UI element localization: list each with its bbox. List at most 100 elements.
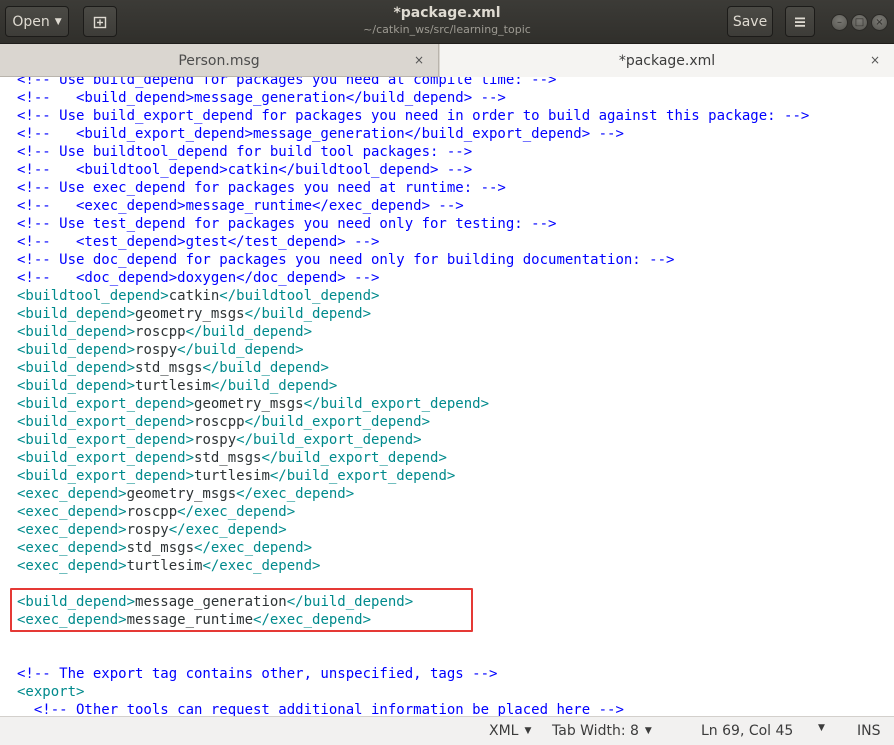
code-tag: <build_export_depend>	[17, 468, 195, 484]
close-icon: ×	[875, 17, 884, 28]
new-document-button[interactable]	[83, 6, 117, 37]
code-line: <exec_depend>geometry_msgs</exec_depend>	[17, 485, 809, 503]
code-comment: <!-- Use buildtool_depend for build tool…	[17, 144, 473, 160]
code-tag: <build_depend>	[17, 378, 136, 394]
tab-close-icon[interactable]: ×	[870, 53, 880, 67]
code-text: geometry_msgs	[194, 396, 304, 412]
tab-label: *package.xml	[618, 52, 716, 69]
maximize-window-button[interactable]: □	[851, 14, 868, 31]
code-tag: </exec_depend>	[194, 540, 313, 556]
code-text: turtlesim	[135, 378, 211, 394]
code-text: roscpp	[135, 324, 186, 340]
code-text: geometry_msgs	[135, 306, 245, 322]
code-comment: <!-- Use doc_depend for packages you nee…	[17, 252, 675, 268]
code-line: <build_depend>rospy</build_depend>	[17, 341, 809, 359]
tab-package-xml[interactable]: *package.xml ×	[440, 44, 894, 77]
code-line: <build_export_depend>roscpp</build_expor…	[17, 413, 809, 431]
code-comment: <!-- <buildtool_depend>catkin</buildtool…	[17, 162, 473, 178]
code-line: <build_export_depend>turtlesim</build_ex…	[17, 467, 809, 485]
code-tag: </exec_depend>	[177, 504, 296, 520]
cursor-position[interactable]: Ln 69, Col 45	[701, 723, 793, 739]
code-tag: <build_export_depend>	[17, 396, 195, 412]
open-button[interactable]: Open ▼	[5, 6, 69, 37]
cursor-position-label: Ln 69, Col 45	[701, 723, 794, 739]
code-line: <!-- Use buildtool_depend for build tool…	[17, 143, 809, 161]
code-line: <!-- <test_depend>gtest</test_depend> --…	[17, 233, 809, 251]
code-tag: </exec_depend>	[236, 486, 355, 502]
code-tag: <build_depend>	[17, 306, 136, 322]
code-line: <!-- <build_export_depend>message_genera…	[17, 125, 809, 143]
code-text: rospy	[126, 522, 169, 538]
code-line: <!-- <doc_depend>doxygen</doc_depend> --…	[17, 269, 809, 287]
code-tag: <build_depend>	[17, 342, 136, 358]
code-line: <exec_depend>rospy</exec_depend>	[17, 521, 809, 539]
chevron-down-icon[interactable]: ▼	[818, 723, 825, 733]
insert-mode-indicator: INS	[857, 723, 881, 739]
tab-person-msg[interactable]: Person.msg ×	[0, 44, 439, 77]
code-tag: <exec_depend>	[17, 558, 127, 574]
code-comment: <!-- Use build_depend for packages you n…	[17, 77, 557, 88]
code-line: <build_depend>geometry_msgs</build_depen…	[17, 305, 809, 323]
code-tag: </build_depend>	[202, 360, 329, 376]
save-button[interactable]: Save	[727, 6, 773, 37]
tab-width-label: Tab Width: 8	[552, 723, 639, 739]
code-line: <build_export_depend>std_msgs</build_exp…	[17, 449, 809, 467]
tab-close-icon[interactable]: ×	[414, 53, 424, 67]
code-tag: <build_export_depend>	[17, 432, 195, 448]
code-line: <build_export_depend>rospy</build_export…	[17, 431, 809, 449]
code-comment: <!-- The export tag contains other, unsp…	[17, 666, 498, 682]
code-text: rospy	[194, 432, 237, 448]
window-title-area: *package.xml ~/catkin_ws/src/learning_to…	[300, 5, 594, 37]
code-tag: </build_depend>	[185, 324, 313, 340]
code-text: roscpp	[194, 414, 245, 430]
insert-mode-label: INS	[857, 723, 881, 739]
code-text: turtlesim	[194, 468, 270, 484]
highlight-annotation-box	[10, 588, 473, 632]
text-editor[interactable]: <!-- Use build_depend for packages you n…	[0, 77, 894, 716]
tab-bar: Person.msg × *package.xml ×	[0, 44, 894, 77]
code-tag: </build_export_depend>	[244, 414, 431, 430]
language-selector[interactable]: XML ▼	[489, 723, 531, 739]
code-line: <exec_depend>std_msgs</exec_depend>	[17, 539, 809, 557]
code-tag: <build_depend>	[17, 324, 136, 340]
code-line: <build_export_depend>geometry_msgs</buil…	[17, 395, 809, 413]
chevron-down-icon: ▼	[54, 16, 62, 27]
code-comment: <!-- Use build_export_depend for package…	[17, 108, 810, 124]
code-tag: </exec_depend>	[168, 522, 287, 538]
close-window-button[interactable]: ×	[871, 14, 888, 31]
code-line: <!-- <exec_depend>message_runtime</exec_…	[17, 197, 809, 215]
chevron-down-icon: ▼	[524, 726, 532, 736]
hamburger-menu-icon	[795, 17, 805, 27]
new-document-icon	[93, 16, 107, 28]
code-line: <!-- Use build_depend for packages you n…	[17, 77, 809, 89]
code-line: <exec_depend>turtlesim</exec_depend>	[17, 557, 809, 575]
hamburger-menu-button[interactable]	[785, 6, 815, 37]
code-tag: <export>	[17, 684, 85, 700]
code-line: <!-- Other tools can request additional …	[17, 701, 809, 716]
code-comment: <!-- Use exec_depend for packages you ne…	[17, 180, 506, 196]
code-tag: <exec_depend>	[17, 540, 127, 556]
code-line: <buildtool_depend>catkin</buildtool_depe…	[17, 287, 809, 305]
code-comment: <!-- <doc_depend>doxygen</doc_depend> --…	[17, 270, 380, 286]
window-subtitle: ~/catkin_ws/src/learning_topic	[363, 23, 531, 36]
code-comment: <!-- <test_depend>gtest</test_depend> --…	[17, 234, 380, 250]
code-text: std_msgs	[194, 450, 262, 466]
minimize-window-button[interactable]: –	[831, 14, 848, 31]
code-line: <build_depend>roscpp</build_depend>	[17, 323, 809, 341]
code-text: std_msgs	[126, 540, 195, 556]
maximize-icon: □	[854, 17, 865, 28]
code-line: <!-- <buildtool_depend>catkin</buildtool…	[17, 161, 809, 179]
code-line: <!-- Use doc_depend for packages you nee…	[17, 251, 809, 269]
code-line: <!-- The export tag contains other, unsp…	[17, 665, 809, 683]
code-comment: <!-- <build_export_depend>message_genera…	[17, 126, 624, 142]
code-line: <!-- Use exec_depend for packages you ne…	[17, 179, 809, 197]
code-tag: </build_export_depend>	[303, 396, 490, 412]
window-title: *package.xml	[393, 5, 501, 21]
tab-width-selector[interactable]: Tab Width: 8 ▼	[552, 723, 652, 739]
code-tag: </buildtool_depend>	[219, 288, 380, 304]
code-text: turtlesim	[126, 558, 203, 574]
code-line: <!-- <build_depend>message_generation</b…	[17, 89, 809, 107]
code-text: std_msgs	[135, 360, 203, 376]
code-tag: <build_export_depend>	[17, 450, 195, 466]
code-comment: <!-- Use test_depend for packages you ne…	[17, 216, 557, 232]
